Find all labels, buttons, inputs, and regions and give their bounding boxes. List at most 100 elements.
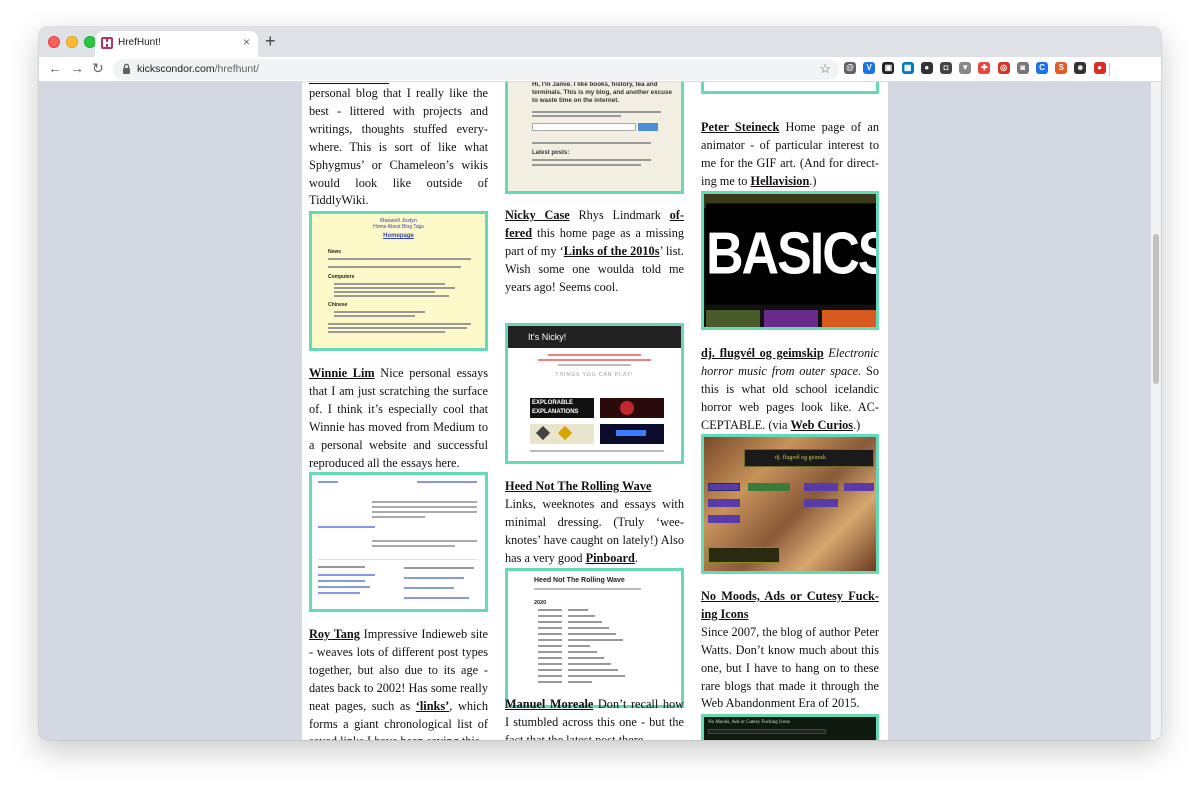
stop-ext-icon[interactable]: ◎	[997, 62, 1010, 74]
text-line	[334, 315, 415, 317]
text-line	[318, 574, 375, 576]
no-moods-thumbnail[interactable]: No Moods, Ads or Cutesy Fucking Icons	[701, 714, 879, 740]
links-of-2010s-link[interactable]: Links of the 2010s	[564, 244, 660, 258]
basics-logo: BASICS	[706, 203, 876, 305]
dj-flugvel-banner: dj. flugvél og geimsk	[744, 449, 874, 467]
text-line	[404, 567, 474, 569]
links-page-link[interactable]: ‘links’	[416, 699, 450, 713]
nicky-case-thumbnail[interactable]: It's Nicky! THINGS YOU CAN PLAY! EXPLORA…	[505, 323, 684, 464]
winnie-lim-text: Nice personal essays that I am just scra…	[309, 366, 488, 470]
new-tab-button[interactable]: +	[265, 31, 276, 52]
tab-strip: HrefHunt! × +	[39, 27, 1161, 57]
heed-post-row	[538, 621, 681, 624]
text-line	[404, 577, 464, 579]
dj-nav-button[interactable]	[844, 483, 874, 491]
maxwell-computers-heading: Computers	[328, 274, 355, 280]
jamie-intro: Hi, I'm Jamie. I like books, history, te…	[532, 82, 672, 104]
text-line	[532, 159, 651, 161]
explorable-explanations-tile: EXPLORABLE EXPLANATIONS	[530, 398, 594, 418]
winnie-lim-thumbnail[interactable]	[309, 472, 488, 612]
back-arrow-icon[interactable]: ←	[48, 60, 62, 76]
shield-ext-icon[interactable]: @	[844, 62, 856, 74]
red-ext-icon[interactable]: ●	[1093, 62, 1106, 74]
text-line	[372, 501, 477, 503]
dj-nav-button[interactable]	[708, 515, 740, 523]
maxwell-news-heading: News	[328, 249, 342, 255]
text-line	[318, 592, 360, 594]
close-window-button[interactable]	[48, 36, 60, 48]
roy-tang-link[interactable]: Roy Tang	[309, 627, 360, 641]
heed-entry: Heed Not The Rolling Wave Links, weeknote…	[505, 478, 684, 568]
hellavision-link[interactable]: Hellavision	[751, 174, 810, 188]
drop-ext-icon[interactable]: ●	[920, 62, 933, 74]
heed-post-row	[538, 645, 681, 648]
profile-ext-icon[interactable]: ☻	[1074, 62, 1087, 74]
nicky-things-label: THINGS YOU CAN PLAY!	[555, 372, 634, 378]
peter-steineck-link[interactable]: Peter Steineck	[701, 120, 779, 134]
address-bar[interactable]: kickscondor.com/hrefhunt/ ☆	[113, 59, 839, 80]
dj-flugvel-link[interactable]: dj. flugvél og geimskip	[701, 346, 824, 360]
jamie-blog-thumbnail[interactable]: Hi, I'm Jamie. I like books, history, te…	[505, 82, 684, 194]
scrollbar-thumb[interactable]	[1153, 234, 1159, 384]
text-line	[532, 142, 651, 144]
reload-icon[interactable]: ↻	[92, 60, 104, 77]
nicky-case-link[interactable]: Nicky Case	[505, 208, 570, 222]
no-moods-link[interactable]: No Moods, Ads or Cutesy Fuck­ing Icons	[701, 589, 879, 621]
vertical-scrollbar[interactable]	[1151, 82, 1161, 740]
triangle-ext-icon[interactable]: ▼	[959, 62, 972, 74]
s-ext-icon[interactable]: S	[1055, 62, 1068, 74]
pinboard-link[interactable]: Pinboard	[586, 551, 635, 565]
heed-link[interactable]: Heed Not The Rolling Wave	[505, 479, 651, 493]
text-line	[328, 258, 471, 260]
minimize-window-button[interactable]	[66, 36, 78, 48]
winnie-lim-link[interactable]: Winnie Lim	[309, 366, 375, 380]
text-line	[372, 511, 477, 513]
dj-nav-button[interactable]	[708, 499, 740, 507]
forward-arrow-icon[interactable]: →	[70, 60, 84, 76]
text-line	[372, 540, 477, 542]
dj-info-box	[708, 547, 780, 563]
game-tile	[600, 398, 664, 418]
maxwell-joslyn-thumbnail[interactable]: Maxwell Joslyn Home About Blog Tags Home…	[309, 211, 488, 351]
dj-nav-button[interactable]	[804, 483, 838, 491]
dj-nav-button[interactable]	[804, 499, 838, 507]
dj-nav-button[interactable]	[748, 483, 790, 491]
hrefhunt-page: personal blog that I really like the bes…	[302, 82, 888, 740]
basics-thumbnail[interactable]: BASICS	[701, 191, 879, 330]
winnie-lim-entry: Winnie Lim Nice personal essays that I a…	[309, 365, 488, 472]
text-line	[404, 587, 454, 589]
text-line	[318, 586, 370, 588]
jamie-search-button[interactable]	[638, 123, 658, 131]
tab-hrefhunt[interactable]: HrefHunt! ×	[95, 31, 258, 57]
previous-thumbnail[interactable]	[701, 82, 879, 94]
text-line	[318, 526, 375, 528]
square-ext-icon[interactable]: ◘	[940, 62, 952, 74]
text-line	[328, 266, 461, 268]
url-path: /hrefhunt/	[214, 63, 259, 75]
c-ext-icon[interactable]: C	[1036, 62, 1048, 74]
heed-post-row	[538, 609, 681, 612]
peter-steineck-text-2: .)	[809, 173, 817, 188]
web-curios-link[interactable]: Web Curios	[791, 418, 854, 432]
browser-toolbar: ← → ↻ kickscondor.com/hrefhunt/ ☆ @ V ▣ ▦ ● ◘…	[39, 57, 1161, 82]
tab-close-icon[interactable]: ×	[243, 35, 250, 49]
puzzle-ext-icon[interactable]: ✚	[978, 62, 991, 74]
text-line	[372, 506, 477, 508]
v-ext-icon[interactable]: V	[863, 62, 876, 74]
box-ext-icon[interactable]: ▣	[882, 62, 895, 74]
no-moods-thumb-title: No Moods, Ads or Cutesy Fucking Icons	[708, 720, 790, 725]
camera-ext-icon[interactable]: ◙	[1016, 62, 1029, 74]
heed-thumb-title: Heed Not The Rolling Wave	[534, 577, 625, 584]
jamie-search-box[interactable]	[532, 123, 636, 131]
heed-thumbnail[interactable]: Heed Not The Rolling Wave 2020	[505, 568, 684, 708]
maxwell-description: personal blog that I really like the bes…	[309, 86, 488, 208]
no-moods-text: Since 2007, the blog of author Peter Wat…	[701, 624, 879, 711]
dj-flugvel-thumbnail[interactable]: dj. flugvél og geimsk	[701, 434, 879, 574]
dj-flugvel-entry: dj. flugvél og geimskip Electronic horro…	[701, 345, 879, 435]
bookmark-star-icon[interactable]: ☆	[819, 61, 831, 77]
trello-ext-icon[interactable]: ▦	[901, 62, 914, 74]
heed-post-row	[538, 627, 681, 630]
text-line	[334, 311, 425, 313]
manuel-moreale-link[interactable]: Manuel Moreale	[505, 697, 593, 711]
dj-nav-button[interactable]	[708, 483, 740, 491]
